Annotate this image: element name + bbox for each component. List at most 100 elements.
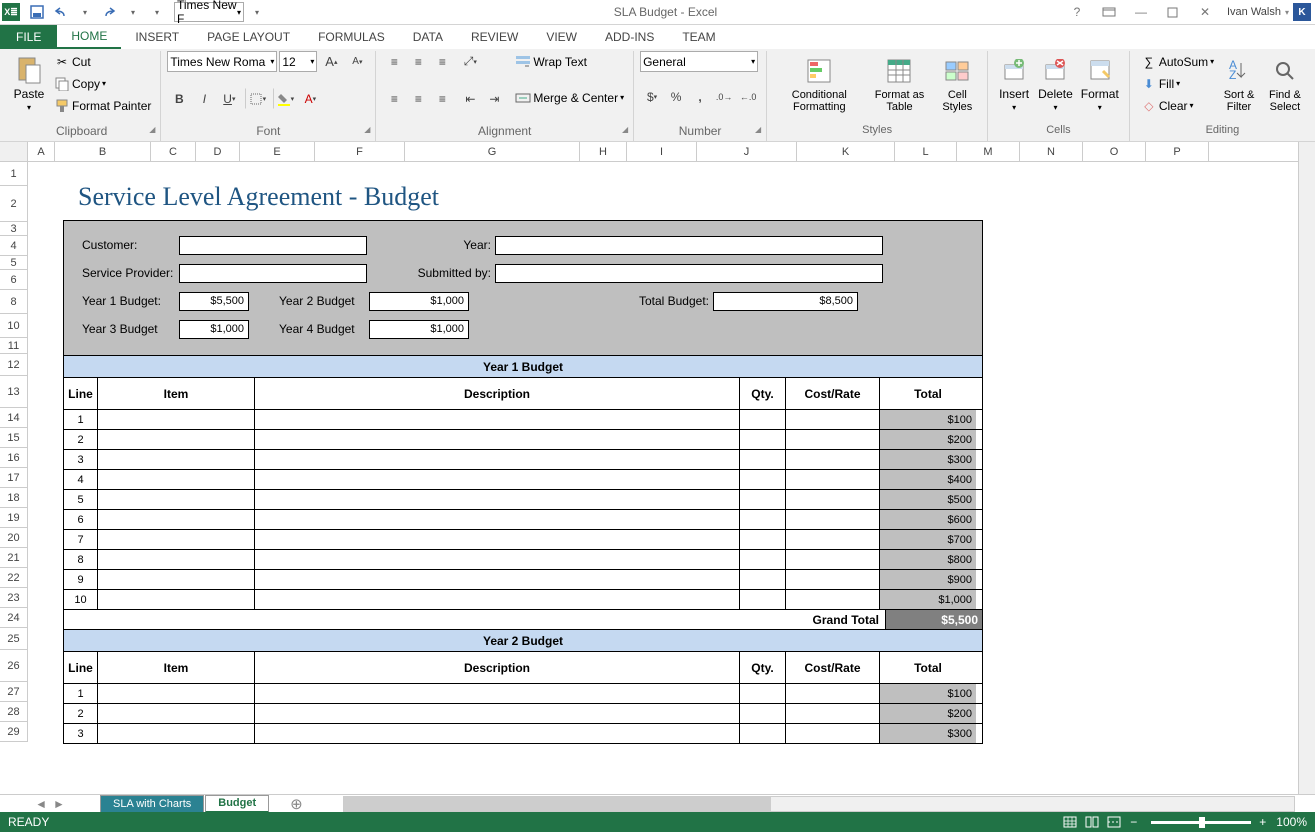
number-format-selector[interactable]: General▾ [640, 51, 758, 72]
table-row[interactable]: 3$300 [63, 450, 983, 470]
row-header-21[interactable]: 21 [0, 548, 28, 568]
row-header-27[interactable]: 27 [0, 682, 28, 702]
table-row[interactable]: 9$900 [63, 570, 983, 590]
format-cells-button[interactable]: Format▾ [1077, 51, 1123, 117]
redo-dropdown-icon[interactable]: ▾ [122, 1, 144, 23]
font-color-icon[interactable]: A▾ [298, 88, 322, 109]
row-header-10[interactable]: 10 [0, 314, 28, 338]
clipboard-dialog-icon[interactable]: ◢ [147, 125, 157, 135]
tab-page-layout[interactable]: PAGE LAYOUT [193, 25, 304, 49]
zoom-in-icon[interactable]: + [1259, 815, 1266, 829]
row-header-28[interactable]: 28 [0, 702, 28, 722]
wrap-text-button[interactable]: Wrap Text [512, 51, 627, 72]
add-sheet-icon[interactable]: ⊕ [290, 795, 303, 813]
align-bottom-icon[interactable]: ≡ [430, 51, 454, 72]
row-header-8[interactable]: 8 [0, 290, 28, 314]
tab-home[interactable]: HOME [57, 25, 121, 49]
delete-cells-button[interactable]: Delete▾ [1034, 51, 1077, 117]
bold-icon[interactable]: B [167, 88, 191, 109]
tab-team[interactable]: TEAM [668, 25, 729, 49]
row-header-1[interactable]: 1 [0, 162, 28, 186]
undo-dropdown-icon[interactable]: ▾ [74, 1, 96, 23]
decrease-decimal-icon[interactable]: ←.0 [736, 86, 760, 107]
col-header-P[interactable]: P [1146, 142, 1209, 161]
align-left-icon[interactable]: ≡ [382, 88, 406, 109]
user-avatar[interactable]: K [1293, 3, 1311, 21]
row-header-15[interactable]: 15 [0, 428, 28, 448]
row-header-20[interactable]: 20 [0, 528, 28, 548]
col-header-N[interactable]: N [1020, 142, 1083, 161]
field-y3[interactable]: $1,000 [179, 320, 249, 339]
row-header-23[interactable]: 23 [0, 588, 28, 608]
row-header-14[interactable]: 14 [0, 408, 28, 428]
field-submitted[interactable] [495, 264, 883, 283]
format-painter-button[interactable]: Format Painter [51, 95, 154, 116]
font-size-selector[interactable]: 12 ▾ [279, 51, 317, 72]
row-header-12[interactable]: 12 [0, 354, 28, 376]
underline-icon[interactable]: U ▾ [217, 88, 241, 109]
qat-font-selector[interactable]: Times New F▾ [174, 2, 244, 22]
row-header-18[interactable]: 18 [0, 488, 28, 508]
col-header-K[interactable]: K [797, 142, 895, 161]
conditional-formatting-button[interactable]: Conditional Formatting [773, 51, 865, 117]
tab-formulas[interactable]: FORMULAS [304, 25, 399, 49]
percent-format-icon[interactable]: % [664, 86, 688, 107]
table-row[interactable]: 8$800 [63, 550, 983, 570]
increase-indent-icon[interactable]: ⇥ [482, 88, 506, 109]
qat-customize-icon[interactable]: ▾ [146, 1, 168, 23]
select-all-corner[interactable] [0, 142, 28, 161]
page-break-view-icon[interactable] [1104, 814, 1124, 830]
font-dialog-icon[interactable]: ◢ [362, 125, 372, 135]
table-row[interactable]: 7$700 [63, 530, 983, 550]
col-header-J[interactable]: J [697, 142, 797, 161]
align-right-icon[interactable]: ≡ [430, 88, 454, 109]
col-header-C[interactable]: C [151, 142, 196, 161]
table-row[interactable]: 1$100 [63, 410, 983, 430]
paste-button[interactable]: Paste▾ [9, 51, 49, 117]
table-row[interactable]: 1$100 [63, 684, 983, 704]
col-header-L[interactable]: L [895, 142, 957, 161]
normal-view-icon[interactable] [1060, 814, 1080, 830]
decrease-indent-icon[interactable]: ⇤ [458, 88, 482, 109]
row-header-22[interactable]: 22 [0, 568, 28, 588]
user-name[interactable]: Ivan Walsh [1227, 6, 1281, 18]
merge-center-button[interactable]: Merge & Center ▾ [512, 87, 627, 108]
sheet-nav-next-icon[interactable]: ► [53, 797, 65, 811]
cut-button[interactable]: ✂Cut [51, 51, 154, 72]
number-dialog-icon[interactable]: ◢ [753, 125, 763, 135]
align-top-icon[interactable]: ≡ [382, 51, 406, 72]
row-header-26[interactable]: 26 [0, 650, 28, 682]
sheet-nav-prev-icon[interactable]: ◄ [35, 797, 47, 811]
format-as-table-button[interactable]: Format as Table [865, 51, 933, 117]
horizontal-scrollbar[interactable] [343, 796, 1295, 812]
row-header-5[interactable]: 5 [0, 256, 28, 270]
col-header-I[interactable]: I [627, 142, 697, 161]
worksheet-cells[interactable]: heritagechristiancollege.com Service Lev… [28, 162, 1315, 794]
col-header-E[interactable]: E [240, 142, 315, 161]
orientation-icon[interactable]: ⤢▾ [458, 51, 482, 72]
col-header-F[interactable]: F [315, 142, 405, 161]
tab-file[interactable]: FILE [0, 25, 57, 49]
align-center-icon[interactable]: ≡ [406, 88, 430, 109]
insert-cells-button[interactable]: Insert▾ [994, 51, 1034, 117]
row-header-11[interactable]: 11 [0, 338, 28, 354]
zoom-slider[interactable] [1151, 821, 1251, 824]
sheet-tab-sla-charts[interactable]: SLA with Charts [100, 795, 204, 813]
cell-styles-button[interactable]: Cell Styles [933, 51, 981, 117]
increase-decimal-icon[interactable]: .0→ [712, 86, 736, 107]
table-row[interactable]: 10$1,000 [63, 590, 983, 610]
clear-button[interactable]: ◇Clear ▾ [1138, 95, 1217, 116]
row-header-24[interactable]: 24 [0, 608, 28, 628]
col-header-H[interactable]: H [580, 142, 627, 161]
field-provider[interactable] [179, 264, 367, 283]
table-row[interactable]: 2$200 [63, 430, 983, 450]
find-select-button[interactable]: Find & Select [1261, 51, 1309, 117]
close-icon[interactable]: ✕ [1191, 2, 1219, 22]
align-middle-icon[interactable]: ≡ [406, 51, 430, 72]
field-y1[interactable]: $5,500 [179, 292, 249, 311]
row-header-25[interactable]: 25 [0, 628, 28, 650]
accounting-format-icon[interactable]: $▾ [640, 86, 664, 107]
row-header-19[interactable]: 19 [0, 508, 28, 528]
row-header-6[interactable]: 6 [0, 270, 28, 290]
alignment-dialog-icon[interactable]: ◢ [620, 125, 630, 135]
